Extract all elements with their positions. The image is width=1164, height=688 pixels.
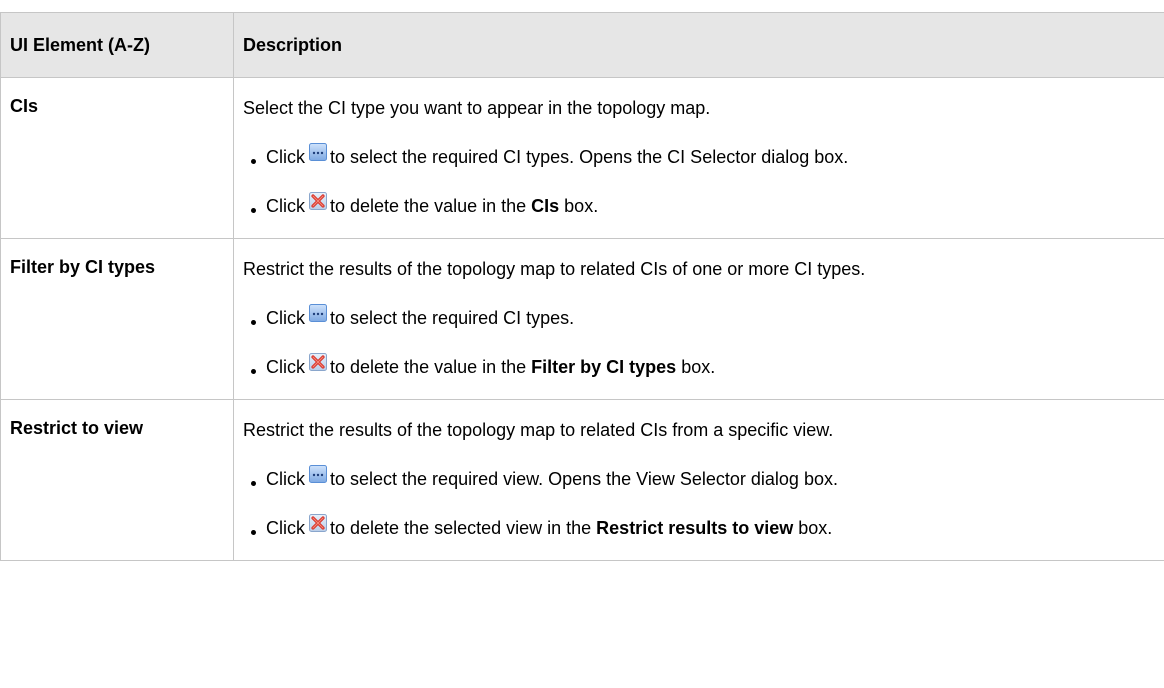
bullet-dot (251, 320, 256, 325)
description-lead: Restrict the results of the topology map… (243, 420, 834, 440)
bullet-prefix: Click (266, 196, 305, 216)
bullet-item-browse: Click to select the required (243, 304, 1164, 330)
bullet-dot (251, 159, 256, 164)
header-ui-element: UI Element (A-Z) (0, 12, 234, 78)
bullet-text: to delete the selected view in the (330, 518, 597, 538)
ui-element-description: Restrict the results of the topology map… (233, 238, 1164, 400)
bullet-suffix: box. (676, 357, 716, 377)
red-x-delete-icon (309, 353, 327, 371)
bullet-text: to delete the value in the (330, 357, 532, 377)
bullet-text: to select the required view. Opens the V… (330, 469, 838, 489)
bullet-text: to select the required CI types. Opens t… (330, 147, 849, 167)
bullet-prefix: Click (266, 308, 305, 328)
bullet-dot (251, 369, 256, 374)
ui-element-table: UI Element (A-Z) Description CIs Select … (0, 12, 1164, 561)
table-header-row: UI Element (A-Z) Description (0, 12, 1164, 78)
bullet-dot (251, 530, 256, 535)
bullet-prefix: Click (266, 147, 305, 167)
table-row: Restrict to view Restrict the results of… (0, 399, 1164, 561)
bullet-item-browse: Click to select the required (243, 143, 1164, 169)
description-lead: Restrict the results of the topology map… (243, 259, 866, 279)
header-description: Description (233, 12, 1164, 78)
bullet-suffix: box. (559, 196, 599, 216)
table-row: Filter by CI types Restrict the results … (0, 238, 1164, 400)
bullet-suffix: box. (793, 518, 833, 538)
bullet-prefix: Click (266, 469, 305, 489)
bullet-prefix: Click (266, 518, 305, 538)
bullet-text: to delete the value in the (330, 196, 532, 216)
bullet-item-browse: Click to select the required (243, 465, 1164, 491)
bullet-item-delete: Click to delete the value in the CIs box… (243, 192, 1164, 218)
bullet-dot (251, 481, 256, 486)
ui-element-name: Filter by CI types (0, 238, 234, 400)
ui-element-name: Restrict to view (0, 399, 234, 561)
bullet-bold-term: CIs (531, 196, 560, 216)
ui-element-description: Restrict the results of the topology map… (233, 399, 1164, 561)
ui-element-description: Select the CI type you want to appear in… (233, 77, 1164, 239)
ellipsis-browse-icon (309, 304, 327, 322)
bullet-text: to select the required CI types. (330, 308, 575, 328)
bullet-dot (251, 208, 256, 213)
bullet-prefix: Click (266, 357, 305, 377)
red-x-delete-icon (309, 192, 327, 210)
red-x-delete-icon (309, 514, 327, 532)
bullet-bold-term: Restrict results to view (596, 518, 794, 538)
ellipsis-browse-icon (309, 143, 327, 161)
bullet-item-delete: Click to delete the selected view in the (243, 514, 1164, 540)
bullet-bold-term: Filter by CI types (531, 357, 677, 377)
ellipsis-browse-icon (309, 465, 327, 483)
description-lead: Select the CI type you want to appear in… (243, 98, 711, 118)
ui-element-name: CIs (0, 77, 234, 239)
table-row: CIs Select the CI type you want to appea… (0, 77, 1164, 239)
bullet-item-delete: Click to delete the value in the Filter … (243, 353, 1164, 379)
